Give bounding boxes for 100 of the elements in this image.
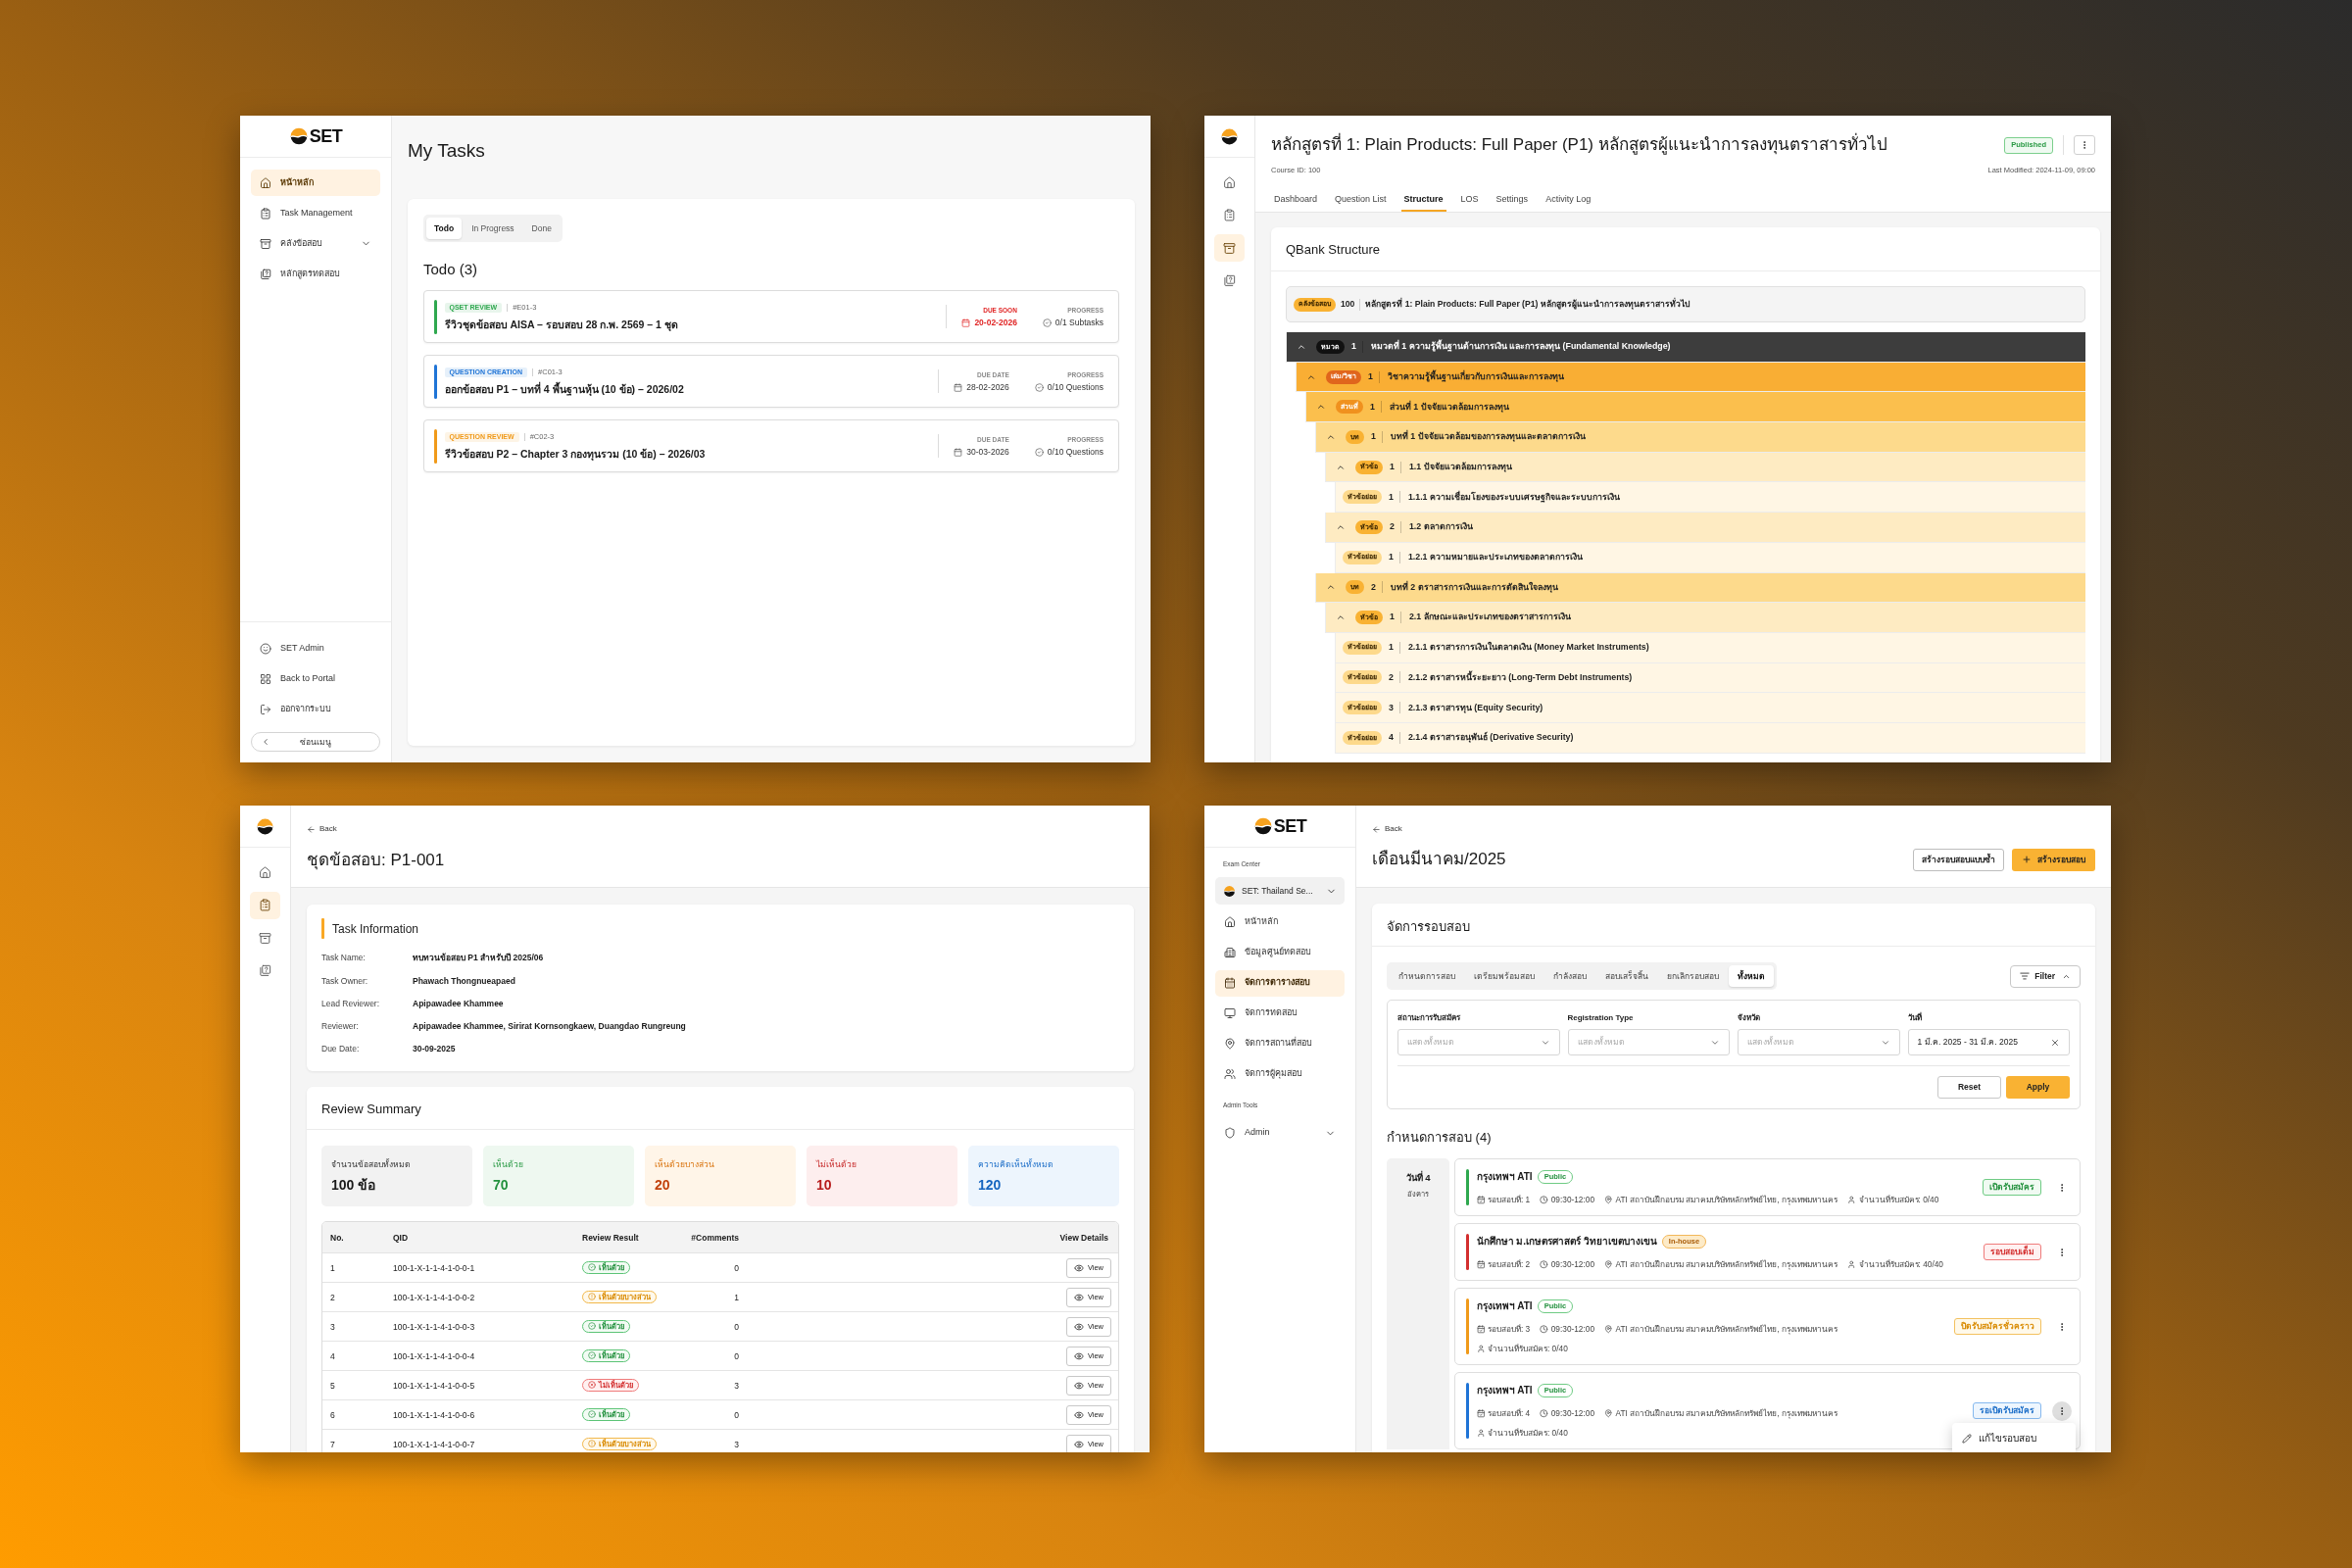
nav-item[interactable]: หลักสูตรทดสอบ xyxy=(251,261,380,287)
stat-label: จำนวนข้อสอบทั้งหมด xyxy=(331,1158,411,1171)
tab[interactable]: LOS xyxy=(1457,193,1482,212)
check-circle-icon xyxy=(588,1322,596,1331)
nav-item[interactable]: จัดการทดสอบ xyxy=(1215,1000,1345,1027)
capacity-text: จำนวนที่รับสมัคร: 0/40 xyxy=(1488,1428,1568,1439)
tab[interactable]: Dashboard xyxy=(1271,193,1321,212)
tab[interactable]: Activity Log xyxy=(1543,193,1594,212)
stat-value: 10 xyxy=(816,1176,832,1195)
clear-icon[interactable] xyxy=(2050,1037,2060,1048)
item-title: 2.1.4 ตราสารอนุพันธ์ (Derivative Security) xyxy=(1407,731,1574,745)
table-cell-text: 2 xyxy=(329,1291,336,1304)
table-cell-text: 7 xyxy=(329,1438,336,1451)
nav-item[interactable]: SET Admin xyxy=(251,635,380,662)
nav-item[interactable]: หน้าหลัก xyxy=(251,170,380,196)
item-title: 1.1.1 ความเชื่อมโยงของระบบเศรษฐกิจและระบบการเงิน xyxy=(1407,490,1620,504)
user-icon xyxy=(1476,1429,1485,1438)
eye-icon xyxy=(1073,1381,1084,1391)
tab[interactable]: กำหนดการสอบ xyxy=(1390,965,1464,987)
create-recurring-button[interactable]: สร้างรอบสอบแบบซ้ำ xyxy=(1913,848,2004,871)
plus-icon xyxy=(2022,855,2032,864)
logo-icon xyxy=(256,816,274,836)
apply-button[interactable]: Apply xyxy=(2006,1076,2070,1099)
tab[interactable]: สอบเสร็จสิ้น xyxy=(1596,965,1657,987)
tab[interactable]: Settings xyxy=(1493,193,1532,212)
page-title: My Tasks xyxy=(408,139,485,163)
tab[interactable]: Todo xyxy=(426,218,463,240)
menu-item[interactable]: แก้ไขรอบสอบ xyxy=(1952,1427,2076,1449)
user-icon xyxy=(1476,1345,1485,1353)
item-title: ส่วนที่ 1 ปัจจัยแวดล้อมการลงทุน xyxy=(1389,400,1509,414)
check-circle-icon xyxy=(588,1351,596,1360)
nav-button[interactable] xyxy=(1214,234,1245,262)
item-number: 100 xyxy=(1341,298,1355,311)
table-cell-text: 5 xyxy=(329,1379,336,1393)
table-cell-text: 0 xyxy=(733,1408,739,1422)
org-select[interactable]: SET: Thailand Se... xyxy=(1215,877,1345,905)
section-title: จัดการรอบสอบ xyxy=(1387,918,1470,936)
nav-item[interactable]: ข้อมูลศูนย์ทดสอบ xyxy=(1215,939,1345,966)
tab[interactable]: เตรียมพร้อมสอบ xyxy=(1465,965,1544,987)
column-header: #Comments xyxy=(690,1231,739,1245)
logo-icon xyxy=(1252,816,1273,836)
location-text: ATI สถาบันฝึกอบรม สมาคมบริษัทหลักทรัพย์ไทย, กรุงเทพมหานคร xyxy=(1615,1259,1838,1270)
back-link[interactable]: Back xyxy=(307,824,337,834)
x-circle-icon xyxy=(588,1381,596,1390)
create-button[interactable]: สร้างรอบสอบ xyxy=(2012,848,2095,871)
calendar-check-icon xyxy=(1476,1325,1485,1334)
due-date: 30-03-2026 xyxy=(966,446,1009,458)
nav-item[interactable]: จัดการตารางสอบ xyxy=(1215,969,1345,997)
tab[interactable]: In Progress xyxy=(464,218,522,240)
reset-button[interactable]: Reset xyxy=(1937,1076,2001,1099)
nav-item[interactable]: จัดการสถานที่สอบ xyxy=(1215,1030,1345,1057)
tab[interactable]: ยกเลิกรอบสอบ xyxy=(1658,965,1728,987)
nav-item[interactable]: หน้าหลัก xyxy=(1215,908,1345,936)
filter-button[interactable]: Filter xyxy=(2010,964,2081,988)
field-label: Task Owner: xyxy=(321,974,368,988)
item-title: 1.2.1 ความหมายและประเภทของตลาดการเงิน xyxy=(1407,551,1583,564)
table-cell-text: 100-1-X-1-1-4-1-0-0-1 xyxy=(393,1261,476,1275)
tab[interactable]: Done xyxy=(523,218,560,240)
stat-label: ความคิดเห็นทั้งหมด xyxy=(978,1158,1054,1171)
nav-item[interactable]: Task Management xyxy=(251,200,380,226)
nav-item[interactable]: Admin xyxy=(1215,1119,1345,1147)
shield-icon xyxy=(1224,1127,1236,1139)
calendar-icon xyxy=(954,382,963,392)
item-number: 2 xyxy=(1390,520,1395,534)
field-value: Apipawadee Khammee, Sirirat Kornsongkaew, Duangdao Rungreung xyxy=(413,1020,686,1033)
item-title: 2.1.1 ตราสารการเงินในตลาดเงิน (Money Market Instruments) xyxy=(1407,641,1649,655)
back-link[interactable]: Back xyxy=(1372,824,1402,834)
table-cell-text: 4 xyxy=(329,1349,336,1363)
tab[interactable]: Question List xyxy=(1332,193,1390,212)
calendar-check-icon xyxy=(1476,1196,1485,1204)
tab[interactable]: กำลังสอบ xyxy=(1544,965,1595,987)
time-range: 09:30-12:00 xyxy=(1550,1259,1595,1270)
table-cell-text: 100-1-X-1-1-4-1-0-0-7 xyxy=(393,1438,476,1451)
nav-item[interactable]: คลังข้อสอบ xyxy=(251,230,380,257)
more-button[interactable] xyxy=(2074,135,2095,155)
table-cell-text: 100-1-X-1-1-4-1-0-0-6 xyxy=(393,1408,476,1422)
item-number: 1 xyxy=(1390,461,1395,473)
table-cell-text: 100-1-X-1-1-4-1-0-0-5 xyxy=(393,1379,476,1393)
users-icon xyxy=(1224,1068,1236,1080)
progress-text: 0/10 Questions xyxy=(1047,446,1103,458)
table-cell-text: 3 xyxy=(329,1320,336,1334)
more-button[interactable] xyxy=(2052,1400,2072,1421)
pencil-icon xyxy=(1962,1433,1972,1444)
nav-item[interactable]: Back to Portal xyxy=(251,665,380,692)
stat-label: เห็นด้วย xyxy=(493,1158,523,1171)
logo-icon xyxy=(288,126,309,146)
table-cell-text: 3 xyxy=(733,1379,739,1393)
table-cell-text: 3 xyxy=(733,1438,739,1451)
nav-item[interactable]: ออกจากระบบ xyxy=(251,696,380,722)
page-title: ชุดข้อสอบ: P1-001 xyxy=(307,850,445,871)
tab[interactable]: ทั้งหมด xyxy=(1729,965,1774,987)
user-icon xyxy=(1847,1196,1856,1204)
nav-button[interactable] xyxy=(250,891,280,919)
map-pin-icon xyxy=(1604,1260,1613,1269)
item-number: 1 xyxy=(1371,430,1376,444)
stat-value: 20 xyxy=(655,1176,670,1195)
home-icon xyxy=(1224,916,1236,928)
nav-item[interactable]: จัดการผู้คุมสอบ xyxy=(1215,1060,1345,1088)
accent-bar xyxy=(321,918,324,939)
date-field[interactable]: 1 มี.ค. 2025 - 31 มี.ค. 2025 xyxy=(1907,1029,2070,1055)
